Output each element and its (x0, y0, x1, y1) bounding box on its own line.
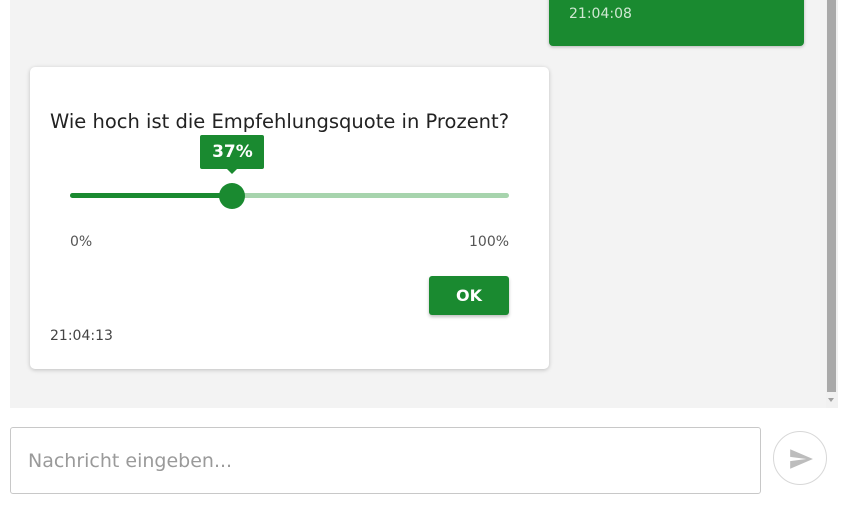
scrollbar-thumb[interactable] (827, 0, 836, 392)
send-icon (790, 449, 813, 469)
scroll-down-arrow-icon[interactable] (828, 398, 834, 402)
user-message-time: 21:04:08 (569, 6, 632, 22)
chat-scrollbar[interactable] (826, 0, 838, 408)
message-input[interactable] (10, 427, 761, 494)
slider-value-label: 37% (200, 135, 265, 174)
question-text: Wie hoch ist die Empfehlungsquote in Pro… (50, 110, 510, 133)
slider-min-label: 0% (70, 234, 93, 250)
slider-thumb[interactable] (219, 183, 246, 209)
user-message-bubble: 21:04:08 (549, 0, 804, 46)
slider-fill (70, 193, 233, 198)
chat-history: 21:04:08 Wie hoch ist die Empfehlungsquo… (10, 0, 826, 408)
send-button[interactable] (773, 431, 827, 485)
bot-message-time: 21:04:13 (50, 328, 113, 344)
ok-button[interactable]: OK (429, 276, 509, 315)
percentage-slider-track[interactable] (70, 193, 509, 198)
bot-message-card: Wie hoch ist die Empfehlungsquote in Pro… (30, 67, 549, 369)
slider-max-label: 100% (469, 234, 510, 250)
